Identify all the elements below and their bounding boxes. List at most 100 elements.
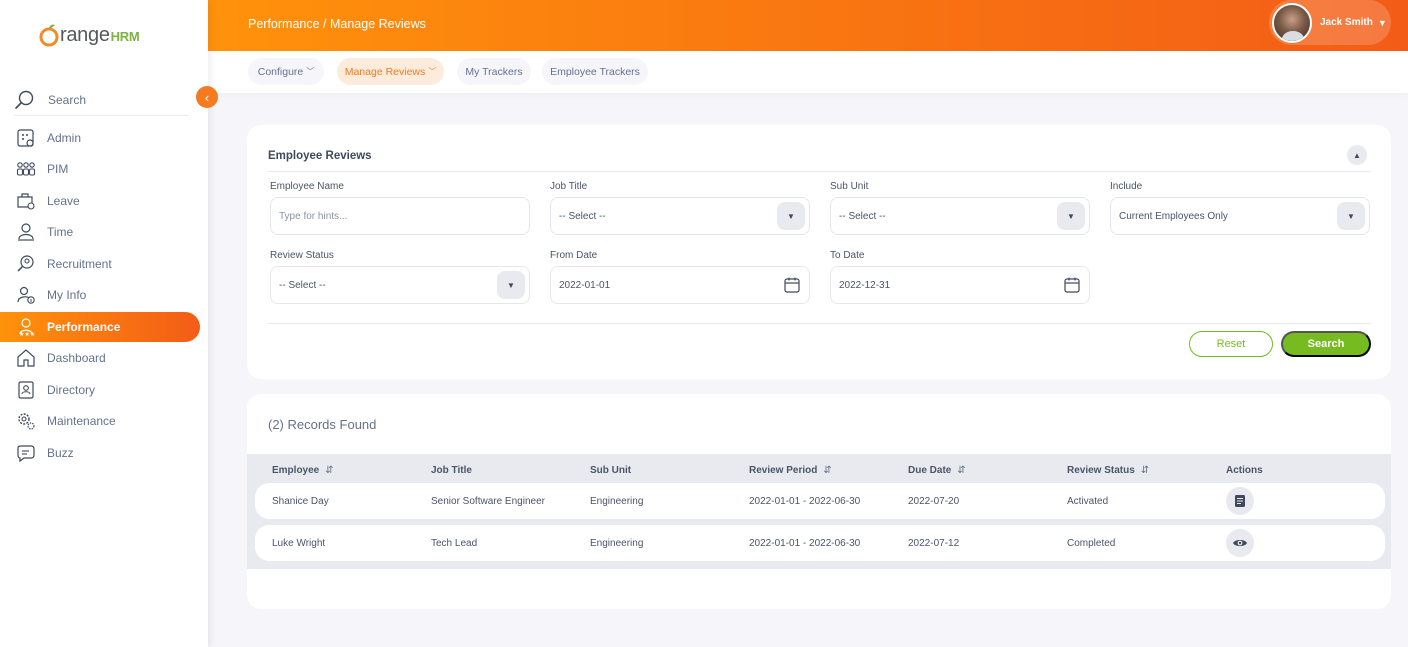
column-header-actions: Actions — [1226, 465, 1263, 476]
column-header-label: Review Status — [1067, 465, 1135, 476]
review-status-select[interactable]: -- Select -- ▼ — [270, 266, 530, 304]
tab-my-trackers[interactable]: My Trackers — [457, 58, 531, 85]
column-header-due-date[interactable]: Due Date ⇵ — [908, 465, 966, 476]
sidebar-item-admin[interactable]: Admin — [0, 122, 208, 154]
search-button[interactable]: Search — [1281, 331, 1371, 357]
from-date-value: 2022-01-01 — [559, 279, 611, 291]
caret-up-icon: ▲ — [1353, 150, 1361, 160]
filter-card-title: Employee Reviews — [268, 150, 372, 162]
tab-manage-reviews[interactable]: Manage Reviews ﹀ — [337, 58, 444, 85]
module-subnav: Configure ﹀ Manage Reviews ﹀ My Trackers E… — [208, 51, 1408, 93]
sidebar-search-label: Search — [48, 92, 87, 107]
review-status-value: -- Select -- — [279, 279, 326, 291]
sidebar-item-label: Recruitment — [47, 256, 112, 271]
calendar-icon[interactable] — [783, 276, 801, 294]
from-date-input[interactable]: 2022-01-01 — [550, 266, 810, 304]
sidebar-item-dashboard[interactable]: Dashboard — [0, 343, 208, 375]
evaluate-review-button[interactable] — [1226, 487, 1254, 515]
caret-down-icon: ▼ — [1057, 202, 1085, 230]
tab-label: Manage Reviews — [344, 65, 426, 78]
sidebar-collapse-button[interactable]: ‹ — [196, 86, 218, 108]
column-header-review-period[interactable]: Review Period ⇵ — [749, 465, 832, 476]
dashboard-icon — [17, 349, 35, 367]
column-header-employee[interactable]: Employee ⇵ — [272, 465, 334, 476]
sidebar-item-my-info[interactable]: My Info — [0, 280, 208, 312]
job-title-select[interactable]: -- Select -- ▼ — [550, 197, 810, 235]
job-title-value: -- Select -- — [559, 210, 606, 222]
sidebar-item-label: Dashboard — [47, 351, 106, 366]
column-header-job-title: Job Title — [431, 465, 472, 476]
cell-review-status: Completed — [1067, 538, 1116, 549]
time-icon — [18, 223, 34, 241]
maintenance-icon — [18, 413, 35, 430]
reset-button[interactable]: Reset — [1189, 331, 1273, 357]
job-title-label: Job Title — [550, 181, 588, 192]
column-header-label: Review Period — [749, 465, 818, 476]
to-date-input[interactable]: 2022-12-31 — [830, 266, 1090, 304]
brand-logo[interactable]: rangeHRM — [38, 20, 140, 50]
sidebar-item-label: Admin — [47, 130, 82, 145]
tab-label: Configure — [257, 65, 304, 78]
sidebar-search[interactable]: Search — [14, 84, 188, 116]
sidebar-item-pim[interactable]: PIM — [0, 154, 208, 186]
sidebar-item-performance[interactable]: ★★★ Performance — [0, 311, 208, 343]
cell-review-period: 2022-01-01 - 2022-06-30 — [749, 538, 861, 549]
caret-down-icon: ▼ — [1377, 17, 1387, 28]
sort-icon[interactable]: ⇵ — [1141, 465, 1149, 476]
employee-name-placeholder: Type for hints... — [279, 210, 348, 222]
leave-icon — [17, 193, 35, 210]
sidebar-item-label: Time — [47, 225, 74, 240]
sub-unit-value: -- Select -- — [839, 210, 886, 222]
sidebar-item-buzz[interactable]: Buzz — [0, 437, 208, 469]
caret-down-icon: ▼ — [777, 202, 805, 230]
chevron-down-icon: ﹀ — [306, 67, 315, 76]
table-row[interactable]: Luke Wright Tech Lead Engineering 2022-0… — [255, 525, 1385, 561]
column-header-label: Employee — [272, 465, 320, 476]
svg-text:★★★: ★★★ — [19, 331, 35, 337]
cell-review-period: 2022-01-01 - 2022-06-30 — [749, 496, 861, 507]
document-icon — [1235, 495, 1245, 507]
sidebar-item-label: Performance — [47, 319, 121, 334]
to-date-value: 2022-12-31 — [839, 279, 891, 291]
my-info-icon — [17, 287, 35, 305]
sidebar-item-label: Buzz — [47, 445, 74, 460]
view-review-button[interactable] — [1226, 529, 1254, 557]
sort-icon[interactable]: ⇵ — [823, 465, 831, 476]
sort-icon[interactable]: ⇵ — [325, 465, 333, 476]
column-header-label: Actions — [1226, 465, 1263, 476]
employee-name-input[interactable]: Type for hints... — [270, 197, 530, 235]
collapse-filter-button[interactable]: ▲ — [1347, 145, 1367, 165]
sidebar-item-time[interactable]: Time — [0, 217, 208, 249]
column-header-review-status[interactable]: Review Status ⇵ — [1067, 465, 1149, 476]
sidebar-item-leave[interactable]: Leave — [0, 185, 208, 217]
sub-unit-label: Sub Unit — [830, 181, 869, 192]
brand-text: rangeHRM — [60, 23, 140, 46]
sort-icon[interactable]: ⇵ — [957, 465, 965, 476]
cell-sub-unit: Engineering — [590, 496, 644, 507]
sidebar-item-recruitment[interactable]: Recruitment — [0, 248, 208, 280]
orange-logo-icon — [39, 24, 59, 47]
sidebar-item-label: PIM — [47, 162, 69, 177]
calendar-icon[interactable] — [1063, 276, 1081, 294]
column-header-label: Sub Unit — [590, 465, 632, 476]
user-dropdown[interactable]: Jack Smith ▼ — [1269, 0, 1391, 45]
from-date-label: From Date — [550, 250, 598, 261]
tab-configure[interactable]: Configure ﹀ — [248, 58, 324, 85]
chevron-left-icon: ‹ — [204, 89, 210, 105]
sub-unit-select[interactable]: -- Select -- ▼ — [830, 197, 1090, 235]
caret-down-icon: ▼ — [497, 271, 525, 299]
cell-sub-unit: Engineering — [590, 538, 644, 549]
divider — [268, 323, 1371, 324]
table-row[interactable]: Shanice Day Senior Software Engineer Eng… — [255, 483, 1385, 519]
sidebar-item-directory[interactable]: Directory — [0, 374, 208, 406]
include-select[interactable]: Current Employees Only ▼ — [1110, 197, 1370, 235]
include-label: Include — [1110, 181, 1143, 192]
tab-employee-trackers[interactable]: Employee Trackers — [542, 58, 648, 85]
eye-icon — [1233, 540, 1247, 546]
sidebar-item-maintenance[interactable]: Maintenance — [0, 406, 208, 438]
caret-down-icon: ▼ — [1337, 202, 1365, 230]
cell-due-date: 2022-07-20 — [908, 496, 960, 507]
admin-icon — [17, 129, 34, 147]
filter-card: Employee Reviews ▲ Employee Name Type fo… — [247, 125, 1391, 379]
cell-employee: Luke Wright — [272, 538, 326, 549]
